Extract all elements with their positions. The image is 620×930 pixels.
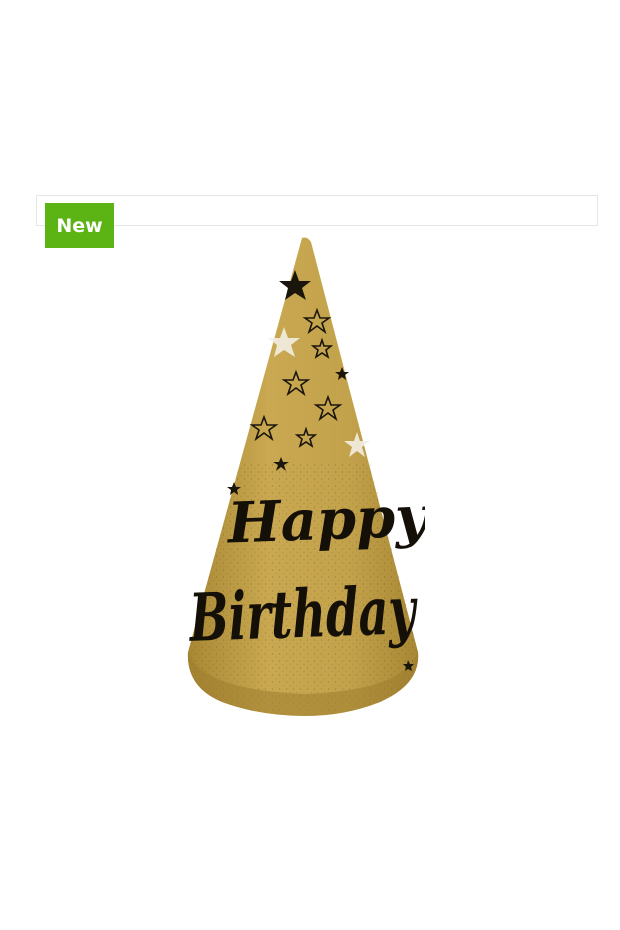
hat-text-line2: Birthday (187, 571, 420, 657)
party-hat-icon: Happy Birthday (187, 237, 425, 716)
party-hat-image: Happy Birthday (180, 232, 425, 727)
new-badge: New (45, 203, 114, 248)
product-card-frame (36, 195, 598, 226)
hat-text-line1: Happy (225, 483, 425, 556)
